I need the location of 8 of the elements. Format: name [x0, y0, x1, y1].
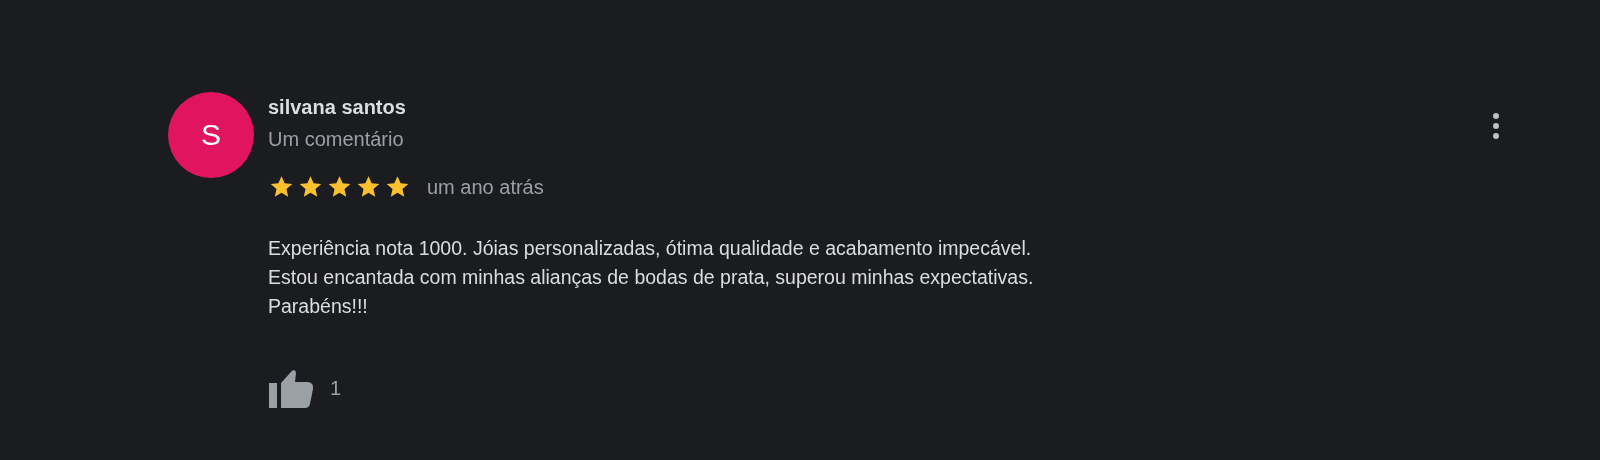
review-text: Experiência nota 1000. Jóias personalizadas, ótima qualidade e acabamento impecável. Estou encantada com minhas alianças de bodas de prata, superou minhas expectativas. Parabéns!!! [268, 236, 1035, 319]
review-count: Um comentário [268, 127, 405, 152]
review-date: um ano atrás [427, 175, 544, 200]
more-vertical-icon [1492, 112, 1500, 140]
avatar[interactable]: S [168, 92, 254, 178]
thumbs-up-icon[interactable] [268, 367, 316, 409]
like-count: 1 [330, 376, 342, 400]
author-name[interactable]: silvana santos [268, 94, 1418, 120]
